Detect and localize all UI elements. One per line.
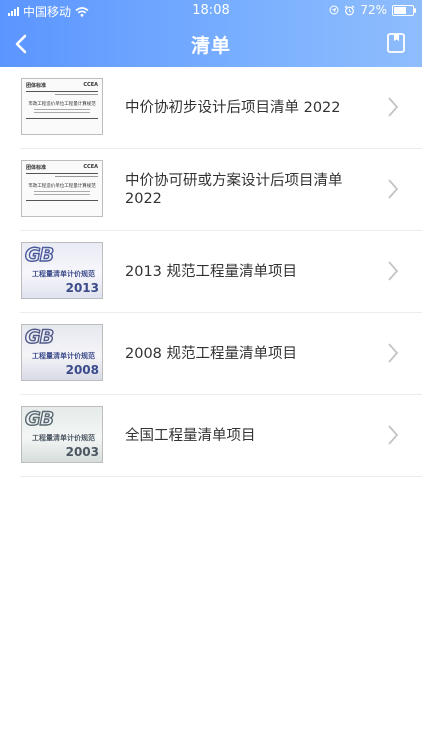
item-list: 团体标准 CCEA 市政工程造价单位工程量计算规范 中价协初步设计后项目清单 2022… (0, 67, 422, 477)
standard-document-thumbnail: 团体标准 CCEA 市政工程造价单位工程量计算规范 (21, 160, 103, 217)
header: 中国移动 18:08 72% 清单 (0, 0, 422, 67)
thumb-brand: CCEA (83, 164, 98, 170)
thumb-title: 市政工程造价单位工程量计算规范 (28, 102, 96, 107)
thumb-year: 2013 (65, 281, 99, 295)
standard-document-thumbnail: 团体标准 CCEA 市政工程造价单位工程量计算规范 (21, 78, 103, 135)
thumb-year: 2008 (65, 363, 99, 377)
gb-logo: GB (24, 243, 54, 266)
thumb-org: 团体标准 (26, 165, 47, 171)
thumb-title: 工程量清单计价规范 (32, 434, 95, 442)
bookmark-book-icon[interactable] (384, 31, 408, 55)
battery-icon (392, 4, 416, 16)
gb-logo: GB (24, 325, 54, 348)
nav-bar: 清单 (0, 22, 422, 67)
gb-standard-thumbnail: GB 工程量清单计价规范 2008 (21, 324, 103, 381)
alarm-icon (344, 5, 355, 15)
location-icon (329, 5, 339, 15)
battery-percent: 72% (360, 3, 387, 17)
list-item[interactable]: 团体标准 CCEA 市政工程造价单位工程量计算规范 中价协初步设计后项目清单 2022 (20, 67, 422, 149)
thumb-title: 工程量清单计价规范 (32, 270, 95, 278)
list-item-label: 中价协初步设计后项目清单 2022 (125, 99, 341, 116)
list-item-label: 2013 规范工程量清单项目 (125, 263, 298, 280)
list-item[interactable]: GB 工程量清单计价规范 2013 2013 规范工程量清单项目 (20, 231, 422, 313)
thumb-year: 2003 (65, 445, 99, 459)
page-title: 清单 (190, 35, 231, 57)
list-item[interactable]: GB 工程量清单计价规范 2008 2008 规范工程量清单项目 (20, 313, 422, 395)
status-bar: 中国移动 18:08 72% (0, 0, 422, 22)
chevron-right-icon (388, 425, 399, 445)
list-item-label: 2008 规范工程量清单项目 (125, 345, 298, 362)
list-item-label: 中价协可研或方案设计后项目清单 2022 (125, 172, 343, 207)
list-item[interactable]: GB 工程量清单计价规范 2003 全国工程量清单项目 (20, 395, 422, 477)
chevron-right-icon (388, 261, 399, 281)
gb-standard-thumbnail: GB 工程量清单计价规范 2003 (21, 406, 103, 463)
thumb-org: 团体标准 (26, 83, 47, 89)
thumb-title: 市政工程造价单位工程量计算规范 (28, 184, 96, 189)
chevron-right-icon (388, 97, 399, 117)
list-item[interactable]: 团体标准 CCEA 市政工程造价单位工程量计算规范 中价协可研或方案设计后项目清单 2… (20, 149, 422, 231)
thumb-title: 工程量清单计价规范 (32, 352, 95, 360)
chevron-right-icon (388, 179, 399, 199)
gb-logo: GB (24, 407, 54, 430)
gb-standard-thumbnail: GB 工程量清单计价规范 2013 (21, 242, 103, 299)
chevron-right-icon (388, 343, 399, 363)
list-item-label: 全国工程量清单项目 (125, 427, 256, 444)
thumb-brand: CCEA (83, 82, 98, 88)
